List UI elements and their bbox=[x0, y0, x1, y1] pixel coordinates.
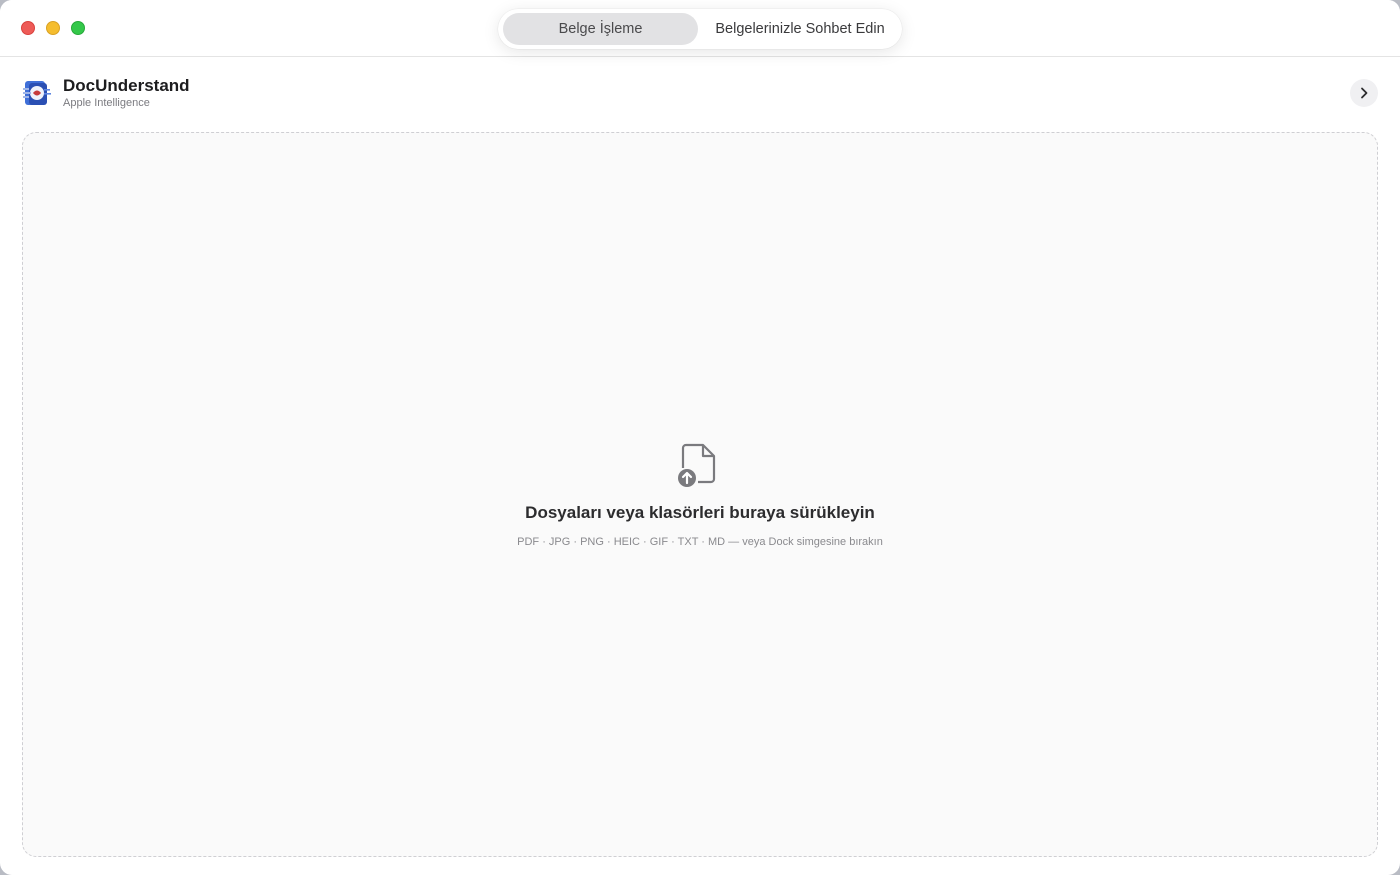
zoom-window-button[interactable] bbox=[71, 21, 85, 35]
tab-belge-isleme[interactable]: Belge İşleme bbox=[503, 13, 698, 45]
app-subtitle: Apple Intelligence bbox=[63, 97, 150, 109]
doc-understand-logo-icon bbox=[23, 81, 51, 105]
chevron-right-icon bbox=[1361, 87, 1368, 99]
close-window-button[interactable] bbox=[21, 21, 35, 35]
app-name: DocUnderstand bbox=[63, 76, 190, 95]
title-bar: Belge İşleme Belgelerinizle Sohbet Edin bbox=[0, 0, 1400, 57]
file-drop-zone[interactable]: Dosyaları veya klasörleri buraya sürükle… bbox=[22, 132, 1378, 857]
document-upload-icon bbox=[678, 443, 716, 487]
expand-panel-button[interactable] bbox=[1350, 79, 1378, 107]
drop-zone-title: Dosyaları veya klasörleri buraya sürükle… bbox=[525, 503, 875, 522]
mode-segmented-control: Belge İşleme Belgelerinizle Sohbet Edin bbox=[498, 9, 902, 49]
minimize-window-button[interactable] bbox=[46, 21, 60, 35]
tab-belgelerinizle-sohbet[interactable]: Belgelerinizle Sohbet Edin bbox=[702, 13, 898, 45]
app-window: Belge İşleme Belgelerinizle Sohbet Edin … bbox=[0, 0, 1400, 875]
app-header: DocUnderstand Apple Intelligence bbox=[0, 57, 1400, 127]
drop-zone-formats: PDF · JPG · PNG · HEIC · GIF · TXT · MD … bbox=[517, 536, 883, 548]
